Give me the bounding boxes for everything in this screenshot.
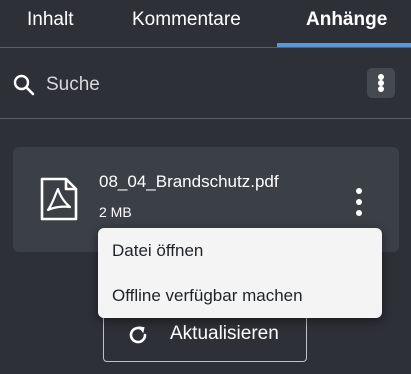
search-input[interactable] — [46, 70, 346, 100]
file-size: 2 MB — [99, 204, 132, 220]
file-context-menu: Datei öffnen Offline verfügbar machen — [98, 228, 382, 318]
refresh-icon — [129, 326, 147, 344]
refresh-label: Aktualisieren — [170, 323, 279, 344]
search-icon — [13, 74, 35, 96]
tab-inhalt[interactable]: Inhalt — [27, 0, 73, 40]
tab-bar: Inhalt Kommentare Anhänge — [0, 0, 411, 48]
search-bar — [0, 48, 411, 119]
tab-anhaenge[interactable]: Anhänge — [306, 0, 387, 40]
menu-item-open-file[interactable]: Datei öffnen — [98, 228, 382, 273]
more-vert-icon — [356, 188, 362, 194]
active-tab-indicator — [277, 43, 411, 47]
pdf-file-icon — [40, 177, 78, 221]
menu-item-make-offline[interactable]: Offline verfügbar machen — [98, 273, 382, 318]
more-options-button[interactable] — [367, 68, 395, 98]
file-name: 08_04_Brandschutz.pdf — [99, 172, 279, 191]
file-options-button[interactable] — [349, 185, 369, 219]
tab-kommentare[interactable]: Kommentare — [132, 0, 241, 40]
